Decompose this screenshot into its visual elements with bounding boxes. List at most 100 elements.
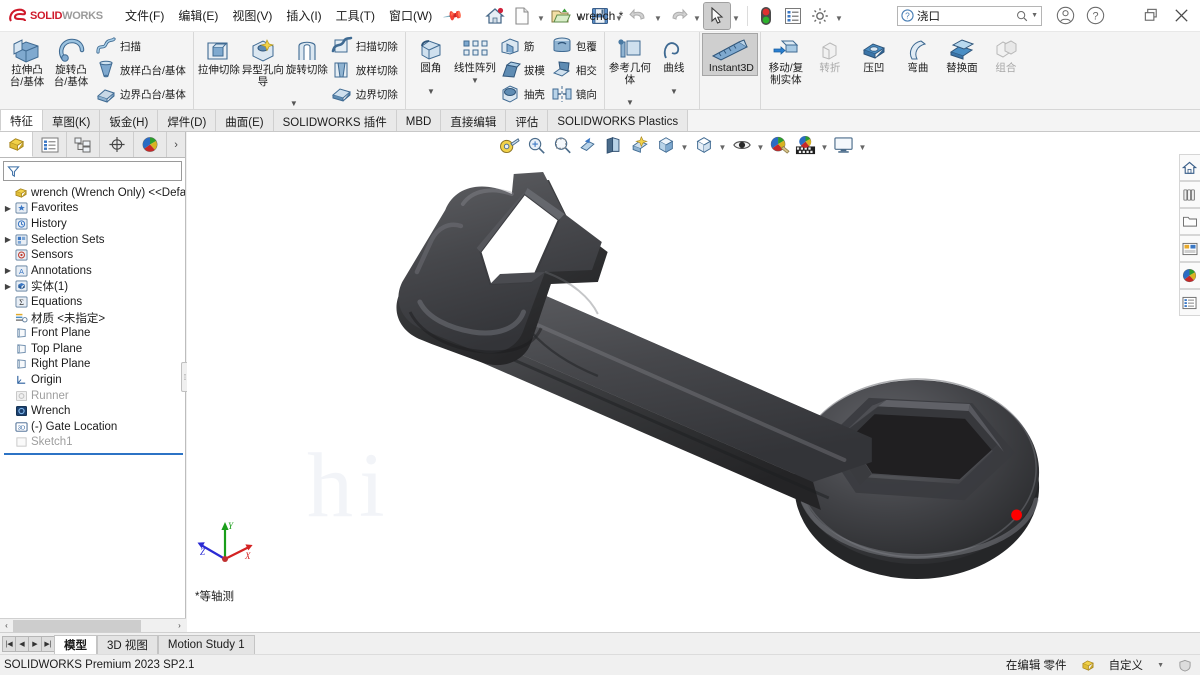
tab-sketch[interactable]: 草图(K)	[43, 110, 101, 131]
tree-node-top-plane[interactable]: Top Plane	[2, 341, 185, 357]
tree-node-wrench[interactable]: Wrench	[2, 403, 185, 419]
tree-rollback-bar[interactable]	[4, 453, 183, 456]
tab-surfaces[interactable]: 曲面(E)	[216, 110, 274, 131]
tree-node-sensors[interactable]: Sensors	[2, 247, 185, 263]
appearances-scenes-icon[interactable]	[1178, 262, 1200, 289]
lofted-boss-base-button[interactable]: 放样凸台/基体	[93, 58, 190, 82]
user-account-icon[interactable]	[1050, 1, 1080, 31]
replace-face-button[interactable]: 替换面	[940, 34, 984, 75]
view-orientation-magic-icon[interactable]	[628, 133, 652, 157]
nav-first-button[interactable]: |◀	[2, 635, 16, 652]
configuration-manager-tab[interactable]	[67, 132, 101, 157]
swept-boss-base-button[interactable]: 扫描	[93, 34, 190, 58]
status-customize-caret-icon[interactable]: ▼	[1157, 662, 1164, 669]
tab-weldments[interactable]: 焊件(D)	[158, 110, 217, 131]
reference-geometry-caret-icon[interactable]: ▼	[626, 98, 634, 107]
search-input[interactable]: 浇口	[917, 8, 1013, 24]
zoom-area-icon[interactable]	[550, 133, 574, 157]
tree-node-equations[interactable]: Σ Equations	[2, 294, 185, 310]
search-caret-icon[interactable]: ▼	[1031, 12, 1038, 19]
menu-item-file[interactable]: 文件(F)	[118, 3, 171, 28]
menu-item-view[interactable]: 视图(V)	[225, 3, 279, 28]
fillet-caret-icon[interactable]: ▼	[427, 87, 435, 96]
tree-node-sketch1[interactable]: Sketch1	[2, 435, 185, 451]
rib-button[interactable]: 筋	[497, 34, 549, 58]
hole-wizard-button[interactable]: 异型孔向导	[241, 34, 285, 88]
status-shield-icon[interactable]	[1178, 659, 1192, 672]
flex-button[interactable]: 弯曲	[896, 34, 940, 75]
graphics-viewport[interactable]: hi ▼ ▼ ▼ ▼ ▼ Z X Y *等轴测	[187, 132, 1178, 632]
nav-prev-button[interactable]: ◀	[15, 635, 29, 652]
linear-pattern-caret-icon[interactable]: ▼	[471, 76, 479, 85]
redo-caret-icon[interactable]: ▼	[692, 3, 703, 29]
view-orientation-icon[interactable]	[654, 133, 678, 157]
view-palette-icon[interactable]	[1178, 235, 1200, 262]
nav-last-button[interactable]: ▶|	[41, 635, 55, 652]
move-copy-body-button[interactable]: 移动/复制实体	[764, 34, 808, 86]
boundary-cut-button[interactable]: 边界切除	[329, 82, 402, 106]
tab-sheet-metal[interactable]: 钣金(H)	[100, 110, 159, 131]
hscroll-track[interactable]	[13, 619, 173, 632]
boundary-boss-base-button[interactable]: 边界凸台/基体	[93, 82, 190, 106]
restore-window-icon[interactable]	[1136, 1, 1166, 31]
open-folder-caret-icon[interactable]: ▼	[575, 3, 586, 29]
shell-button[interactable]: 抽壳	[497, 82, 549, 106]
view-settings-icon[interactable]	[832, 133, 856, 157]
tree-node-origin[interactable]: Origin	[2, 372, 185, 388]
hide-show-items-icon[interactable]	[730, 133, 754, 157]
tab-features[interactable]: 特征	[0, 110, 43, 131]
tree-node-selection-sets[interactable]: ▶ Selection Sets	[2, 232, 185, 248]
feature-tree-filter[interactable]	[3, 161, 182, 181]
cut-group-expand-icon[interactable]: ▼	[290, 99, 298, 108]
tree-node-history[interactable]: History	[2, 216, 185, 232]
bottom-tab-motion-study[interactable]: Motion Study 1	[157, 635, 255, 654]
curves-button[interactable]: 曲线 ▼	[652, 34, 696, 96]
tree-node-runner[interactable]: Runner	[2, 388, 185, 404]
favorites-expander[interactable]: ▶	[2, 204, 14, 213]
indent-button[interactable]: 压凹	[852, 34, 896, 75]
select-caret-icon[interactable]: ▼	[731, 3, 742, 29]
revolved-boss-base-button[interactable]: 旋转凸台/基体	[49, 34, 93, 88]
nav-next-button[interactable]: ▶	[28, 635, 42, 652]
tree-node-front-plane[interactable]: Front Plane	[2, 325, 185, 341]
draft-button[interactable]: 拔模	[497, 58, 549, 82]
hscroll-left-arrow[interactable]: ‹	[0, 619, 13, 632]
extruded-boss-base-button[interactable]: 拉伸凸台/基体	[5, 34, 49, 88]
edit-appearance-icon[interactable]	[768, 133, 792, 157]
lofted-cut-button[interactable]: 放样切除	[329, 58, 402, 82]
tab-solidworks-plastics[interactable]: SOLIDWORKS Plastics	[548, 110, 689, 131]
zoom-to-fit-icon[interactable]	[524, 133, 548, 157]
extruded-cut-button[interactable]: 拉伸切除	[197, 34, 241, 77]
tree-node-material[interactable]: 材质 <未指定>	[2, 310, 185, 326]
search-box[interactable]: ? 浇口 ▼	[897, 5, 1042, 26]
save-caret-icon[interactable]: ▼	[614, 3, 625, 29]
home-icon[interactable]	[482, 3, 508, 29]
tab-direct-editing[interactable]: 直接编辑	[441, 110, 507, 131]
tab-mbd[interactable]: MBD	[396, 110, 442, 131]
undo-icon[interactable]	[626, 3, 652, 29]
help-circle-icon[interactable]: ?	[1080, 1, 1110, 31]
magnifier-icon[interactable]	[1016, 10, 1028, 22]
tab-solidworks-addins[interactable]: SOLIDWORKS 插件	[273, 110, 397, 131]
solid-bodies-expander[interactable]: ▶	[2, 282, 14, 291]
deform-jog-button[interactable]: 转折	[808, 34, 852, 75]
annotations-expander[interactable]: ▶	[2, 266, 14, 275]
dimxpert-manager-tab[interactable]	[100, 132, 134, 157]
tree-node-gate-location[interactable]: 3D (-) Gate Location	[2, 419, 185, 435]
view-settings-caret-icon[interactable]: ▼	[858, 133, 868, 157]
swept-cut-button[interactable]: 扫描切除	[329, 34, 402, 58]
view-orientation-caret-icon[interactable]: ▼	[680, 133, 690, 157]
hscroll-right-arrow[interactable]: ›	[173, 619, 186, 632]
display-style-icon[interactable]	[692, 133, 716, 157]
chevron-right-icon[interactable]: ›	[167, 132, 185, 157]
menu-item-window[interactable]: 窗口(W)	[382, 3, 439, 28]
tree-node-favorites[interactable]: ▶ Favorites	[2, 201, 185, 217]
menu-item-tools[interactable]: 工具(T)	[329, 3, 382, 28]
menu-item-insert[interactable]: 插入(I)	[279, 3, 328, 28]
intersect-button[interactable]: 相交	[549, 58, 601, 82]
undo-caret-icon[interactable]: ▼	[653, 3, 664, 29]
tab-evaluate[interactable]: 评估	[506, 110, 549, 131]
select-cursor-icon[interactable]	[702, 1, 731, 30]
measure-icon[interactable]	[498, 133, 522, 157]
design-library-icon[interactable]	[1178, 181, 1200, 208]
